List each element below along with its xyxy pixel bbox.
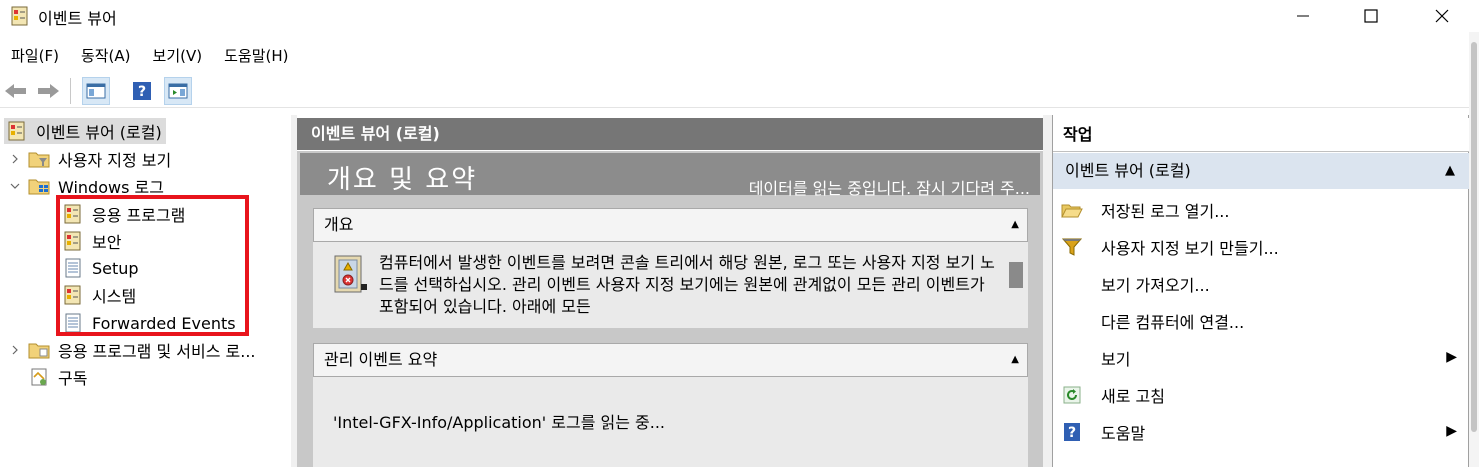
collapse-up-icon[interactable]: ▲ [1011,344,1019,376]
section-title: 관리 이벤트 요약 [324,350,438,369]
chevron-right-icon[interactable] [8,152,22,166]
tree-root-label: 이벤트 뷰어 (로컬) [36,123,162,142]
action-label: 다른 컴퓨터에 연결... [1101,312,1245,332]
folder-open-icon [1061,199,1083,221]
action-label: 도움말 [1101,423,1146,443]
scrollbar-thumb[interactable] [1471,42,1477,432]
action-create-custom-view[interactable]: 사용자 지정 보기 만들기... [1053,228,1469,265]
event-log-error-icon [331,254,371,300]
tree-item-label: 사용자 지정 보기 [58,151,172,170]
window-scrollbar[interactable] [1469,32,1479,467]
overview-scrollbar-thumb[interactable] [1009,262,1023,288]
help-icon: ? [133,82,151,100]
tree-item-app-services[interactable]: 응용 프로그램 및 서비스 로... [8,337,256,363]
action-import-view[interactable]: 보기 가져오기... [1053,265,1469,302]
chevron-down-icon[interactable] [8,179,22,193]
forward-arrow-icon [38,84,59,98]
toolbar-separator [70,78,71,104]
svg-text:?: ? [138,84,146,100]
back-button[interactable] [2,77,30,105]
action-label: 저장된 로그 열기... [1101,201,1230,221]
window-title: 이벤트 뷰어 [38,9,117,28]
subscription-icon [28,366,50,388]
tree-item-label: 구독 [58,369,88,388]
overview-banner: 개요 및 요약 데이터를 읽는 중입니다. 잠시 기다려 주... [300,153,1040,198]
section-admin-summary-header[interactable]: 관리 이벤트 요약 ▲ [313,343,1028,377]
chevron-right-icon[interactable] [8,343,22,357]
overview-title: 개요 및 요약 [327,165,478,195]
svg-text:?: ? [1068,425,1076,441]
tree-root-event-viewer[interactable]: 이벤트 뷰어 (로컬) [4,118,166,144]
center-pane: 이벤트 뷰어 (로컬) 개요 및 요약 데이터를 읽는 중입니다. 잠시 기다려… [297,115,1043,467]
menu-file[interactable]: 파일(F) [0,42,70,70]
tree-item-custom-views[interactable]: 사용자 지정 보기 [8,146,171,172]
center-pane-header: 이벤트 뷰어 (로컬) [297,118,1043,150]
action-connect-computer[interactable]: 다른 컴퓨터에 연결... [1053,302,1469,339]
submenu-arrow-icon: ▶ [1446,349,1457,365]
section-admin-summary-body: 'Intel-GFX-Info/Application' 로그를 읽는 중... [313,377,1028,467]
refresh-icon [1061,384,1083,406]
menu-help[interactable]: 도움말(H) [213,42,299,70]
collapse-up-icon[interactable]: ▲ [1011,209,1019,241]
section-title: 개요 [324,215,354,234]
action-pane-icon [168,83,188,99]
help-toolbar-button[interactable]: ? [128,77,156,105]
action-label: 보기 [1101,349,1131,369]
filter-icon [1061,236,1083,258]
event-viewer-icon [6,120,28,142]
menu-bar: 파일(F) 동작(A) 보기(V) 도움말(H) [0,42,299,70]
maximize-button[interactable] [1343,0,1399,32]
action-open-saved-log[interactable]: 저장된 로그 열기... [1053,191,1469,228]
submenu-arrow-icon: ▶ [1446,423,1457,439]
admin-loading-text: 'Intel-GFX-Info/Application' 로그를 읽는 중... [333,413,666,432]
actions-group-event-viewer[interactable]: 이벤트 뷰어 (로컬) ▲ [1053,153,1469,189]
tree-item-subscriptions[interactable]: 구독 [28,364,87,390]
folder-icon [28,339,50,361]
title-bar: 이벤트 뷰어 [0,0,1479,34]
action-label: 사용자 지정 보기 만들기... [1101,238,1279,258]
actions-header: 작업 [1053,118,1469,152]
action-label: 새로 고침 [1101,386,1165,406]
highlight-box [56,195,249,336]
event-viewer-app-icon [10,6,30,26]
menu-view[interactable]: 보기(V) [142,42,214,70]
help-icon: ? [1061,421,1083,443]
pane-splitter[interactable] [1043,115,1053,467]
folder-windows-icon [28,175,50,197]
collapse-up-icon[interactable]: ▲ [1445,153,1455,189]
actions-pane: 작업 이벤트 뷰어 (로컬) ▲ 저장된 로그 열기... 사용자 지정 보기 … [1053,115,1469,467]
forward-button[interactable] [34,77,62,105]
show-hide-console-tree-button[interactable] [82,77,110,105]
section-overview-header[interactable]: 개요 ▲ [313,208,1028,242]
overview-description: 컴퓨터에서 발생한 이벤트를 보려면 콘솔 트리에서 해당 원본, 로그 또는 … [379,253,995,316]
close-button[interactable] [1414,0,1470,32]
menu-action[interactable]: 동작(A) [70,42,142,70]
folder-filter-icon [28,148,50,170]
tree-item-label: 응용 프로그램 및 서비스 로... [58,342,256,361]
action-label: 보기 가져오기... [1101,275,1210,295]
toolbar: ? [0,74,1479,108]
loading-status: 데이터를 읽는 중입니다. 잠시 기다려 주... [748,179,1030,198]
back-arrow-icon [5,84,26,98]
center-pane-content: 개요 및 요약 데이터를 읽는 중입니다. 잠시 기다려 주... 개요 ▲ 컴… [297,151,1043,467]
action-help-submenu[interactable]: ? 도움말 ▶ [1053,413,1469,450]
action-view-submenu[interactable]: 보기 ▶ [1053,339,1469,376]
section-overview-body: 컴퓨터에서 발생한 이벤트를 보려면 콘솔 트리에서 해당 원본, 로그 또는 … [313,242,1028,328]
console-tree-icon [86,83,106,99]
minimize-button[interactable] [1275,0,1331,32]
actions-group-label: 이벤트 뷰어 (로컬) [1065,161,1191,180]
action-refresh[interactable]: 새로 고침 [1053,376,1469,413]
show-hide-action-pane-button[interactable] [164,77,192,105]
